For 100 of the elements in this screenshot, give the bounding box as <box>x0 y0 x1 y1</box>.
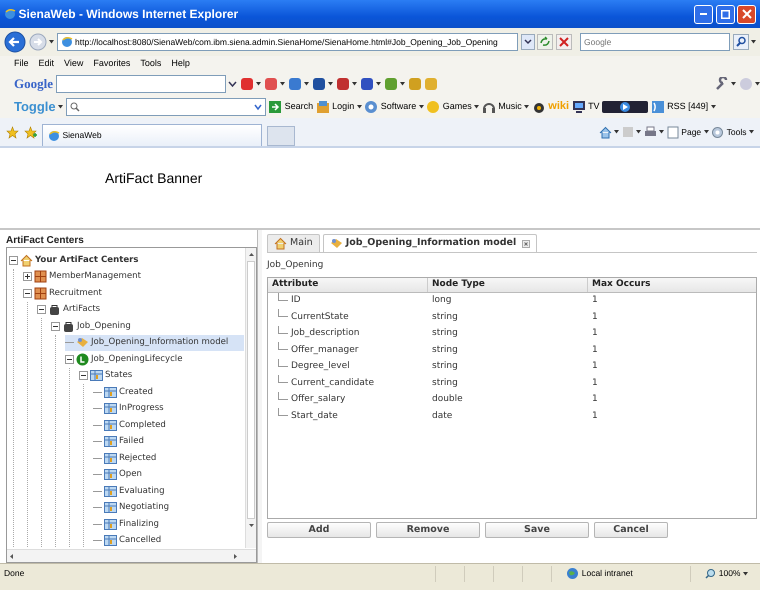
toolbar-icon[interactable] <box>288 76 302 90</box>
tree-item[interactable]: Recruitment <box>23 285 106 302</box>
tools-menu[interactable]: Tools <box>726 126 746 138</box>
dropdown-icon[interactable] <box>352 82 357 86</box>
dropdown-icon[interactable] <box>328 82 333 86</box>
dropdown-icon[interactable] <box>376 82 381 86</box>
tree-item[interactable]: Negotiating <box>93 500 174 516</box>
dropdown-icon[interactable] <box>304 82 309 86</box>
collapse-icon[interactable] <box>51 322 60 331</box>
dropdown-icon[interactable] <box>474 104 480 108</box>
column-header[interactable]: Node Type <box>428 278 588 292</box>
dropdown-icon[interactable] <box>418 104 424 108</box>
dropdown-icon[interactable] <box>751 40 756 44</box>
action-button[interactable]: Cancel <box>594 522 668 538</box>
dropdown-icon[interactable] <box>710 104 716 108</box>
dropdown-button[interactable] <box>520 34 534 50</box>
search-field[interactable]: Google <box>580 33 730 51</box>
scrollbar-thumb[interactable] <box>247 261 255 519</box>
collapse-icon[interactable] <box>37 305 46 314</box>
tree-item[interactable]: States <box>79 368 136 384</box>
collapse-icon[interactable] <box>79 371 88 380</box>
dropdown-icon[interactable] <box>256 82 261 86</box>
tree-item[interactable]: Rejected <box>93 450 160 466</box>
action-button[interactable]: Save <box>485 522 589 538</box>
horizontal-scrollbar[interactable] <box>7 549 256 562</box>
dropdown-icon[interactable] <box>356 104 362 108</box>
search-icon[interactable] <box>732 34 748 50</box>
tree-item[interactable]: InProgress <box>93 400 168 417</box>
toolbar-link[interactable]: TV <box>588 100 600 114</box>
menu-item[interactable]: View <box>64 57 84 71</box>
column-header[interactable]: Max Occurs <box>588 278 756 292</box>
dropdown-icon[interactable] <box>58 104 64 108</box>
dropdown-icon[interactable] <box>280 82 285 86</box>
print-icon[interactable] <box>644 126 657 138</box>
favorites-icon[interactable] <box>6 126 19 138</box>
toolbar-link[interactable]: Software <box>380 100 416 114</box>
dropdown-icon[interactable] <box>749 130 754 134</box>
maximize-button[interactable] <box>716 4 734 24</box>
tree-item[interactable]: Failed <box>93 434 148 450</box>
browser-tab[interactable]: SienaWeb <box>42 124 262 146</box>
toolbar-icon[interactable] <box>312 76 326 90</box>
action-button[interactable]: Add <box>267 522 371 538</box>
menu-item[interactable]: File <box>14 57 29 71</box>
collapse-icon[interactable] <box>65 354 74 364</box>
wrench-icon[interactable] <box>714 76 728 90</box>
toolbar-icon[interactable] <box>360 76 374 90</box>
toolbar-link[interactable]: Login <box>332 100 354 114</box>
dropdown-icon[interactable] <box>704 130 709 134</box>
tree-item[interactable]: Created <box>93 384 158 400</box>
menu-item[interactable]: Favorites <box>93 57 130 71</box>
toggle-search-field[interactable] <box>66 98 266 116</box>
dropdown-icon[interactable] <box>659 130 664 134</box>
address-field[interactable]: http://localhost:8080/SienaWeb/com.ibm.siena.admin.SienaHome/SienaHome.html#Job_Opening_Job_Opening <box>56 33 518 51</box>
toolbar-link[interactable]: Music <box>498 100 522 114</box>
column-header[interactable]: Attribute <box>268 278 428 292</box>
home-icon[interactable] <box>598 126 612 138</box>
splitter-handle[interactable] <box>258 230 262 563</box>
minimize-button[interactable] <box>694 4 713 24</box>
stop-icon[interactable] <box>556 34 572 50</box>
tree-item[interactable]: Completed <box>93 417 170 434</box>
toolbar-link[interactable]: Games <box>442 100 472 114</box>
tree-item[interactable]: Job_Opening_Information model <box>65 334 244 351</box>
dropdown-icon[interactable] <box>731 82 736 86</box>
tree-item[interactable]: Your ArtiFact Centers <box>9 252 143 268</box>
toolbar-icon[interactable] <box>240 76 254 90</box>
menu-item[interactable]: Help <box>171 57 190 71</box>
tree-item[interactable]: Job_Opening <box>51 318 135 334</box>
tree-item[interactable]: Evaluating <box>93 483 169 500</box>
google-search-field[interactable] <box>56 74 226 92</box>
collapse-icon[interactable] <box>9 256 18 265</box>
refresh-icon[interactable] <box>537 34 553 50</box>
action-button[interactable]: Remove <box>376 522 480 538</box>
tree-item[interactable]: Cancelled <box>93 532 166 548</box>
add-favorite-icon[interactable] <box>24 126 37 138</box>
tree-item[interactable]: Job_OpeningLifecycle <box>65 351 186 368</box>
page-menu[interactable]: Page <box>681 126 702 138</box>
tree-item[interactable]: ArtiFacts <box>37 302 104 318</box>
tree-item[interactable]: MemberManagement <box>23 268 145 285</box>
toolbar-icon[interactable] <box>336 76 350 90</box>
expand-icon[interactable] <box>23 272 32 282</box>
close-button[interactable] <box>737 4 756 24</box>
menu-item[interactable]: Tools <box>140 57 162 71</box>
collapse-icon[interactable] <box>23 288 32 298</box>
close-icon[interactable] <box>522 240 530 248</box>
toolbar-link[interactable]: Search <box>284 100 314 114</box>
dropdown-icon[interactable] <box>755 82 760 86</box>
dropdown-icon[interactable] <box>400 82 405 86</box>
toolbar-link[interactable]: RSS [449] <box>667 100 708 114</box>
dropdown-icon[interactable] <box>614 130 620 134</box>
content-tab[interactable]: Job_Opening_Information model <box>322 234 538 252</box>
media-player-icon[interactable] <box>602 100 648 114</box>
tree-item[interactable]: Finalizing <box>93 516 163 532</box>
dropdown-icon[interactable] <box>636 130 642 134</box>
menu-item[interactable]: Edit <box>38 57 54 71</box>
back-button[interactable] <box>4 31 26 53</box>
dropdown-icon[interactable] <box>524 104 530 108</box>
history-dropdown-icon[interactable] <box>49 40 54 44</box>
tree-item[interactable]: Open <box>93 466 146 483</box>
content-tab[interactable]: Main <box>267 234 320 252</box>
vertical-scrollbar[interactable] <box>245 248 256 548</box>
